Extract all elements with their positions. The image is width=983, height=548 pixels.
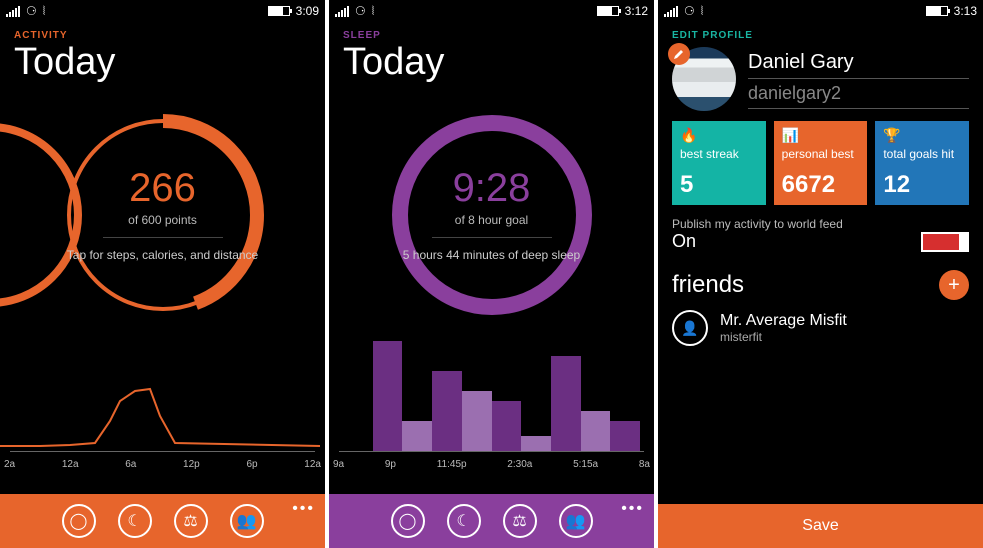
phone-profile: ⚆ ⦚ 3:13 EDIT PROFILE Daniel Gary daniel… (658, 0, 983, 548)
tile-value: 5 (680, 171, 758, 199)
activity-hint: Tap for steps, calories, and distance (67, 248, 258, 264)
tile-total-goals[interactable]: 🏆 total goals hit 12 (875, 121, 969, 205)
clock: 3:12 (625, 4, 648, 18)
wifi-icon: ⚆ (355, 4, 366, 18)
activity-chart[interactable]: 2a 12a 6a 12p 6p 12a (0, 340, 325, 470)
publish-toggle[interactable] (921, 232, 969, 252)
stats-tiles: 🔥 best streak 5 📊 personal best 6672 🏆 t… (658, 121, 983, 205)
sleep-ring[interactable]: 9:28 of 8 hour goal 5 hours 44 minutes o… (329, 90, 654, 340)
tick: 6a (125, 459, 136, 470)
nav-social-button[interactable]: 👥 (559, 504, 593, 538)
save-button[interactable]: Save (658, 504, 983, 548)
tick: 9p (385, 459, 396, 470)
phone-sleep: ⚆ ⦚ 3:12 SLEEP Today 9:28 of 8 hour goal… (329, 0, 654, 548)
nav-activity-button[interactable]: ◯ (391, 504, 425, 538)
friends-header: friends (672, 271, 939, 299)
tick: 12a (304, 459, 321, 470)
vibrate-icon: ⦚ (372, 4, 375, 19)
section-label: EDIT PROFILE (658, 22, 983, 41)
tick: 6p (246, 459, 257, 470)
nav-sleep-button[interactable]: ☾ (447, 504, 481, 538)
battery-icon (597, 6, 619, 16)
nav-weight-button[interactable]: ⚖ (174, 504, 208, 538)
divider (103, 237, 223, 238)
tile-value: 12 (883, 171, 961, 199)
publish-value: On (672, 231, 921, 252)
app-bar: ◯ ☾ ⚖ 👥 ••• (329, 494, 654, 548)
status-bar: ⚆ ⦚ 3:12 (329, 0, 654, 22)
tick: 5:15a (573, 459, 598, 470)
activity-points: 266 (129, 166, 196, 211)
phone-activity: ⚆ ⦚ 3:09 ACTIVITY Today 266 of 600 point… (0, 0, 325, 548)
tick: 9a (333, 459, 344, 470)
activity-sparkline-icon (0, 361, 320, 451)
nav-sleep-button[interactable]: ☾ (118, 504, 152, 538)
section-label: SLEEP (329, 22, 654, 41)
add-friend-button[interactable]: + (939, 270, 969, 300)
tile-best-streak[interactable]: 🔥 best streak 5 (672, 121, 766, 205)
status-bar: ⚆ ⦚ 3:09 (0, 0, 325, 22)
battery-icon (926, 6, 948, 16)
section-label: ACTIVITY (0, 22, 325, 41)
vibrate-icon: ⦚ (701, 4, 704, 19)
nav-social-button[interactable]: 👥 (230, 504, 264, 538)
sleep-hint: 5 hours 44 minutes of deep sleep (403, 248, 580, 264)
tick: 11:45p (437, 459, 467, 470)
friend-avatar-icon: 👤 (672, 310, 708, 346)
sleep-bars-icon (343, 341, 640, 451)
x-axis (339, 451, 644, 452)
username-field[interactable]: danielgary2 (748, 79, 969, 109)
status-bar: ⚆ ⦚ 3:13 (658, 0, 983, 22)
friend-row[interactable]: 👤 Mr. Average Misfit misterfit (658, 306, 983, 350)
tile-label: best streak (680, 147, 758, 161)
name-field[interactable]: Daniel Gary (748, 47, 969, 79)
tick: 12a (62, 459, 79, 470)
x-ticks: 2a 12a 6a 12p 6p 12a (0, 459, 325, 470)
sleep-duration: 9:28 (453, 166, 531, 211)
vibrate-icon: ⦚ (43, 4, 46, 19)
more-button[interactable]: ••• (621, 500, 644, 518)
edit-avatar-button[interactable] (668, 43, 690, 65)
signal-icon (335, 6, 349, 17)
divider (432, 237, 552, 238)
tick: 8a (639, 459, 650, 470)
clock: 3:13 (954, 4, 977, 18)
x-ticks: 9a 9p 11:45p 2:30a 5:15a 8a (329, 459, 654, 470)
trophy-icon: 🏆 (883, 127, 961, 145)
tile-label: total goals hit (883, 147, 961, 161)
app-bar: ◯ ☾ ⚖ 👥 ••• (0, 494, 325, 548)
tile-personal-best[interactable]: 📊 personal best 6672 (774, 121, 868, 205)
wifi-icon: ⚆ (26, 4, 37, 18)
nav-weight-button[interactable]: ⚖ (503, 504, 537, 538)
sleep-chart[interactable]: 9a 9p 11:45p 2:30a 5:15a 8a (329, 340, 654, 470)
pencil-icon (673, 48, 685, 60)
bars-icon: 📊 (782, 127, 860, 145)
activity-goal: of 600 points (128, 213, 197, 227)
tile-label: personal best (782, 147, 860, 161)
page-title: Today (329, 41, 654, 90)
signal-icon (664, 6, 678, 17)
battery-icon (268, 6, 290, 16)
more-button[interactable]: ••• (292, 500, 315, 518)
tick: 12p (183, 459, 200, 470)
activity-ring[interactable]: 266 of 600 points Tap for steps, calorie… (0, 90, 325, 340)
tile-value: 6672 (782, 171, 860, 199)
publish-label: Publish my activity to world feed (672, 217, 921, 231)
flame-icon: 🔥 (680, 127, 758, 145)
sleep-goal: of 8 hour goal (455, 213, 528, 227)
friend-username: misterfit (720, 330, 847, 344)
page-title: Today (0, 41, 325, 90)
avatar[interactable] (672, 47, 736, 111)
tick: 2a (4, 459, 15, 470)
nav-activity-button[interactable]: ◯ (62, 504, 96, 538)
wifi-icon: ⚆ (684, 4, 695, 18)
tick: 2:30a (507, 459, 532, 470)
friend-name: Mr. Average Misfit (720, 312, 847, 330)
x-axis (10, 451, 315, 452)
clock: 3:09 (296, 4, 319, 18)
signal-icon (6, 6, 20, 17)
